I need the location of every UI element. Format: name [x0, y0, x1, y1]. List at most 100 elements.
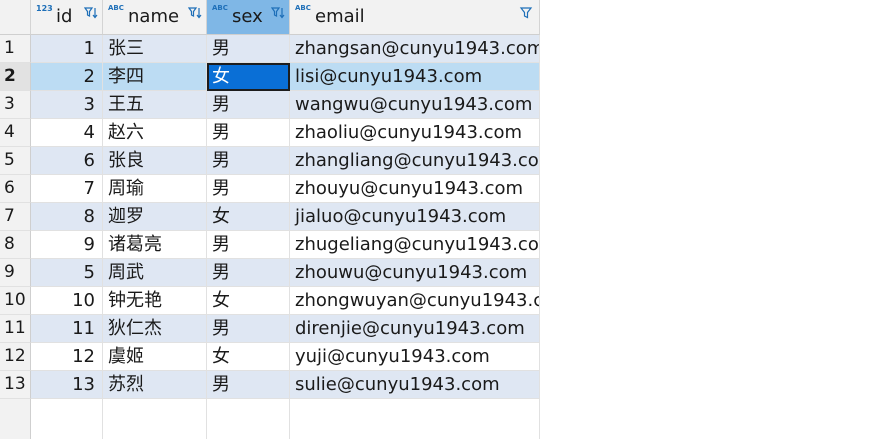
- table-row[interactable]: 12 12 虞姬 女 yuji@cunyu1943.com: [0, 343, 886, 371]
- table-row[interactable]: 6 7 周瑜 男 zhouyu@cunyu1943.com: [0, 175, 886, 203]
- cell-id[interactable]: 3: [31, 91, 103, 119]
- column-header-sex[interactable]: ABC sex: [207, 0, 290, 35]
- column-header-email[interactable]: ABC email: [290, 0, 540, 35]
- cell-id[interactable]: 7: [31, 175, 103, 203]
- cell-id[interactable]: 5: [31, 259, 103, 287]
- column-label-name: name: [128, 6, 180, 27]
- cell-email[interactable]: zhouyu@cunyu1943.com: [290, 175, 540, 203]
- cell-id[interactable]: 11: [31, 315, 103, 343]
- cell-email[interactable]: zhangliang@cunyu1943.com: [290, 147, 540, 175]
- column-label-id: id: [56, 6, 73, 27]
- cell-name[interactable]: 张良: [103, 147, 207, 175]
- cell-id[interactable]: 1: [31, 35, 103, 63]
- cell-sex[interactable]: 男: [207, 259, 290, 287]
- filter-icon[interactable]: [519, 6, 533, 20]
- cell-email[interactable]: zhaoliu@cunyu1943.com: [290, 119, 540, 147]
- cell-sex[interactable]: 男: [207, 175, 290, 203]
- row-number[interactable]: 5: [0, 147, 31, 175]
- cell-name[interactable]: 诸葛亮: [103, 231, 207, 259]
- row-number[interactable]: 4: [0, 119, 31, 147]
- cell-name[interactable]: 钟无艳: [103, 287, 207, 315]
- cell-id[interactable]: 13: [31, 371, 103, 399]
- text-type-icon: ABC: [108, 4, 124, 12]
- row-number[interactable]: 8: [0, 231, 31, 259]
- row-number[interactable]: 9: [0, 259, 31, 287]
- cell-id[interactable]: 12: [31, 343, 103, 371]
- cell-name[interactable]: 周瑜: [103, 175, 207, 203]
- filter-sort-icon[interactable]: [84, 6, 98, 20]
- cell-email[interactable]: zhugeliang@cunyu1943.com: [290, 231, 540, 259]
- empty-grid-area: [0, 399, 886, 439]
- cell-sex[interactable]: 男: [207, 315, 290, 343]
- cell-email[interactable]: zhouwu@cunyu1943.com: [290, 259, 540, 287]
- row-number[interactable]: 13: [0, 371, 31, 399]
- cell-name[interactable]: 王五: [103, 91, 207, 119]
- cell-sex[interactable]: 男: [207, 371, 290, 399]
- column-header-name[interactable]: ABC name: [103, 0, 207, 35]
- table-row[interactable]: 11 11 狄仁杰 男 direnjie@cunyu1943.com: [0, 315, 886, 343]
- cell-name[interactable]: 虞姬: [103, 343, 207, 371]
- cell-id[interactable]: 8: [31, 203, 103, 231]
- cell-name[interactable]: 狄仁杰: [103, 315, 207, 343]
- cell-email[interactable]: yuji@cunyu1943.com: [290, 343, 540, 371]
- cell-name[interactable]: 李四: [103, 63, 207, 91]
- row-number[interactable]: 11: [0, 315, 31, 343]
- table-row[interactable]: 13 13 苏烈 男 sulie@cunyu1943.com: [0, 371, 886, 399]
- column-label-sex: sex: [232, 6, 263, 27]
- empty-cell: [290, 399, 540, 439]
- cell-sex[interactable]: 女: [207, 343, 290, 371]
- table-row[interactable]: 10 10 钟无艳 女 zhongwuyan@cunyu1943.com: [0, 287, 886, 315]
- table-row[interactable]: 9 5 周武 男 zhouwu@cunyu1943.com: [0, 259, 886, 287]
- cell-sex[interactable]: 男: [207, 119, 290, 147]
- cell-sex[interactable]: 男: [207, 35, 290, 63]
- text-type-icon: ABC: [212, 4, 228, 12]
- cell-sex[interactable]: 女: [207, 287, 290, 315]
- filter-sort-icon[interactable]: [271, 6, 285, 20]
- row-number[interactable]: 12: [0, 343, 31, 371]
- cell-email[interactable]: jialuo@cunyu1943.com: [290, 203, 540, 231]
- row-number[interactable]: 7: [0, 203, 31, 231]
- row-number-header[interactable]: [0, 0, 31, 35]
- cell-sex[interactable]: 女: [207, 203, 290, 231]
- row-number[interactable]: 6: [0, 175, 31, 203]
- cell-email[interactable]: zhangsan@cunyu1943.com: [290, 35, 540, 63]
- table-row[interactable]: 3 3 王五 男 wangwu@cunyu1943.com: [0, 91, 886, 119]
- empty-cell: [207, 399, 290, 439]
- row-number[interactable]: 2: [0, 63, 31, 91]
- table-row[interactable]: 4 4 赵六 男 zhaoliu@cunyu1943.com: [0, 119, 886, 147]
- cell-name[interactable]: 赵六: [103, 119, 207, 147]
- cell-id[interactable]: 9: [31, 231, 103, 259]
- table-row[interactable]: 7 8 迦罗 女 jialuo@cunyu1943.com: [0, 203, 886, 231]
- row-number-gutter: [0, 399, 31, 439]
- cell-sex[interactable]: 男: [207, 91, 290, 119]
- cell-email[interactable]: direnjie@cunyu1943.com: [290, 315, 540, 343]
- table-row[interactable]: 8 9 诸葛亮 男 zhugeliang@cunyu1943.com: [0, 231, 886, 259]
- empty-cell: [31, 399, 103, 439]
- cell-sex-selected[interactable]: 女: [207, 63, 290, 91]
- grid-header: 123 id ABC name ABC sex ABC email: [0, 0, 886, 35]
- cell-email[interactable]: lisi@cunyu1943.com: [290, 63, 540, 91]
- column-label-email: email: [315, 6, 365, 27]
- cell-id[interactable]: 2: [31, 63, 103, 91]
- cell-sex[interactable]: 男: [207, 231, 290, 259]
- table-row-selected[interactable]: 2 2 李四 女 lisi@cunyu1943.com: [0, 63, 886, 91]
- filter-sort-icon[interactable]: [188, 6, 202, 20]
- cell-name[interactable]: 张三: [103, 35, 207, 63]
- cell-id[interactable]: 4: [31, 119, 103, 147]
- cell-email[interactable]: wangwu@cunyu1943.com: [290, 91, 540, 119]
- numeric-type-icon: 123: [36, 4, 53, 13]
- row-number[interactable]: 1: [0, 35, 31, 63]
- cell-name[interactable]: 苏烈: [103, 371, 207, 399]
- column-header-id[interactable]: 123 id: [31, 0, 103, 35]
- cell-id[interactable]: 10: [31, 287, 103, 315]
- table-row[interactable]: 5 6 张良 男 zhangliang@cunyu1943.com: [0, 147, 886, 175]
- row-number[interactable]: 10: [0, 287, 31, 315]
- cell-sex[interactable]: 男: [207, 147, 290, 175]
- cell-email[interactable]: zhongwuyan@cunyu1943.com: [290, 287, 540, 315]
- cell-name[interactable]: 迦罗: [103, 203, 207, 231]
- cell-id[interactable]: 6: [31, 147, 103, 175]
- cell-email[interactable]: sulie@cunyu1943.com: [290, 371, 540, 399]
- cell-name[interactable]: 周武: [103, 259, 207, 287]
- row-number[interactable]: 3: [0, 91, 31, 119]
- table-row[interactable]: 1 1 张三 男 zhangsan@cunyu1943.com: [0, 35, 886, 63]
